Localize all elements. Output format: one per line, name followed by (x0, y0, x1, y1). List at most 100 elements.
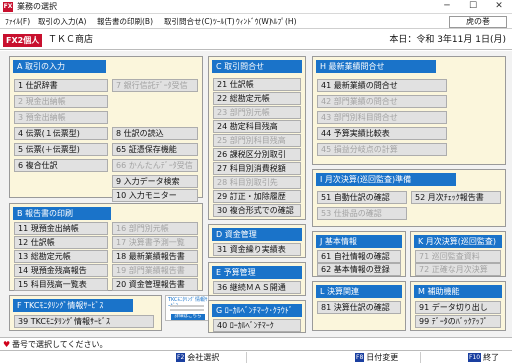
menu-report[interactable]: 報告書の印刷(B) (97, 16, 153, 27)
panel-title: M 補助機能 (414, 285, 502, 298)
menu-item-3[interactable]: 3 預金出納帳 (14, 111, 108, 124)
menu-item-45[interactable]: 45 損益分岐点の計算 (317, 143, 447, 156)
menu-item-5[interactable]: 5 伝票(＋伝票型) (14, 143, 108, 156)
f2-company-select-button[interactable]: F2 会社選択 (176, 352, 219, 363)
panel-title: J 基本情報 (316, 235, 402, 248)
menu-input[interactable]: 取引の入力(A) (38, 16, 86, 27)
menu-item-62[interactable]: 62 基本情報の登録 (317, 263, 401, 276)
menu-item-66[interactable]: 66 かんたんﾃﾞｰﾀ受信 (112, 159, 198, 172)
menu-item-29[interactable]: 29 訂正・加除履歴 (213, 190, 301, 203)
menu-item-22[interactable]: 22 総勘定元帳 (213, 92, 301, 105)
panel-report-print: B 報告書の印刷 11 現預金出納帳 12 仕訳帳 13 総勘定元帳 14 現預… (9, 203, 203, 291)
f8-change-date-button[interactable]: F8 日付変更 (355, 352, 398, 363)
tkc-monitoring-banner[interactable]: TKCﾓﾆﾀﾘﾝｸﾞ情報ｻｰﾋﾞｽ 詳細はこちら (165, 295, 209, 321)
menu-bar: ﾌｧｲﾙ(F) 取引の入力(A) 報告書の印刷(B) 取引問合せ(C) ﾂｰﾙ(… (0, 14, 512, 29)
menu-item-99[interactable]: 99 ﾃﾞｰﾀのﾊﾞｯｸｱｯﾌﾟ (415, 315, 501, 328)
menu-inquiry[interactable]: 取引問合せ(C) (164, 16, 213, 27)
panel-tkc-monitoring: F TKCﾓﾆﾀﾘﾝｸﾞ情報ｻｰﾋﾞｽ 39 TKCﾓﾆﾀﾘﾝｸﾞ情報ｻｰﾋﾞｽ (9, 295, 162, 331)
menu-item-51[interactable]: 51 自動仕訳の確認 (317, 191, 407, 204)
panel-budget-management: E 予算管理 36 継続ＭＡＳ開通 (208, 262, 306, 296)
menu-item-1[interactable]: 1 仕訳辞書 (14, 79, 108, 92)
status-message: 番号で選択してください。 (12, 340, 108, 349)
status-bar: ♥ 番号で選択してください。 (0, 337, 512, 350)
panel-local-benchmark: G ﾛｰｶﾙﾍﾞﾝﾁﾏｰｸ･ｸﾗｳﾄﾞ 40 ﾛｰｶﾙﾍﾞﾝﾁﾏｰｸ (208, 300, 306, 333)
banner-detail-button[interactable]: 詳細はこちら (171, 314, 205, 320)
divider (420, 352, 421, 363)
menu-item-15[interactable]: 15 科目残高一覧表 (14, 278, 108, 291)
panel-title: E 予算管理 (212, 266, 302, 279)
menu-item-25[interactable]: 25 部門別科目残高 (213, 134, 301, 147)
menu-item-11[interactable]: 11 現預金出納帳 (14, 222, 108, 235)
fkey-label: F8 (355, 353, 365, 362)
menu-item-14[interactable]: 14 現預金残高報告 (14, 264, 108, 277)
panel-cash-management: D 資金管理 31 資金繰り実績表 (208, 224, 306, 258)
help-tips-button[interactable]: 虎の巻 (449, 16, 507, 28)
panel-title: D 資金管理 (212, 228, 302, 241)
menu-item-91[interactable]: 91 データ切り出し (415, 301, 501, 314)
panel-title: K 月次決算(巡回監査) (414, 235, 502, 248)
minimize-button[interactable]: ─ (434, 0, 460, 13)
fkey-text: 終了 (483, 353, 500, 362)
menu-item-23[interactable]: 23 部門別元帳 (213, 106, 301, 119)
menu-item-12[interactable]: 12 仕訳帳 (14, 236, 108, 249)
menu-tools[interactable]: ﾂｰﾙ(T) (213, 16, 235, 27)
menu-item-42[interactable]: 42 部門業績の問合せ (317, 95, 447, 108)
panel-title: H 最新業績問合せ (316, 60, 436, 73)
menu-item-17[interactable]: 17 決算書予測一覧 (112, 236, 198, 249)
menu-item-6[interactable]: 6 複合仕訳 (14, 159, 108, 172)
menu-item-7[interactable]: 7 銀行信託ﾃﾞｰﾀ受信 (112, 79, 198, 92)
menu-item-26[interactable]: 26 課税区分別取引 (213, 148, 301, 161)
menu-item-16[interactable]: 16 部門別元帳 (112, 222, 198, 235)
f10-exit-button[interactable]: F10 終了 (468, 352, 499, 363)
menu-item-39[interactable]: 39 TKCﾓﾆﾀﾘﾝｸﾞ情報ｻｰﾋﾞｽ (14, 315, 154, 328)
menu-item-36[interactable]: 36 継続ＭＡＳ開通 (213, 281, 301, 294)
menu-item-9[interactable]: 9 入力データ検索 (112, 175, 198, 188)
menu-window[interactable]: ｳｨﾝﾄﾞｳ(W) (236, 16, 272, 27)
fkey-text: 日付変更 (366, 353, 399, 362)
menu-item-13[interactable]: 13 総勘定元帳 (14, 250, 108, 263)
menu-item-81[interactable]: 81 決算仕訳の確認 (317, 301, 401, 314)
menu-item-24[interactable]: 24 勘定科目残高 (213, 120, 301, 133)
menu-item-71[interactable]: 71 巡回監査資料 (415, 250, 501, 263)
menu-help[interactable]: ﾍﾙﾌﾟ(H) (270, 16, 297, 27)
menu-item-41[interactable]: 41 最新業績の問合せ (317, 79, 447, 92)
panel-title: B 報告書の印刷 (13, 207, 111, 220)
menu-item-28[interactable]: 28 科目別取引先 (213, 176, 301, 189)
panel-latest-performance: H 最新業績問合せ 41 最新業績の問合せ 42 部門業績の問合せ 43 部門別… (312, 56, 506, 165)
info-bar: FX2個人 ＴＫＣ商店 本日：令和 3年11月 1日(月) (0, 30, 512, 50)
panel-utilities: M 補助機能 91 データ切り出し 99 ﾃﾞｰﾀのﾊﾞｯｸｱｯﾌﾟ (410, 281, 506, 331)
menu-item-21[interactable]: 21 仕訳帳 (213, 78, 301, 91)
menu-item-31[interactable]: 31 資金繰り実績表 (213, 243, 301, 256)
app-icon: FX (3, 2, 13, 12)
product-badge: FX2個人 (3, 34, 43, 47)
panel-transaction-inquiry: C 取引問合せ 21 仕訳帳 22 総勘定元帳 23 部門別元帳 24 勘定科目… (208, 56, 306, 220)
menu-item-52[interactable]: 52 月次ﾁｪｯｸ報告書 (411, 191, 501, 204)
menu-item-65[interactable]: 65 証憑保存機能 (112, 143, 198, 156)
menu-item-40[interactable]: 40 ﾛｰｶﾙﾍﾞﾝﾁﾏｰｸ (213, 319, 301, 332)
fkey-text: 会社選択 (187, 353, 220, 362)
panel-title: I 月次決算(巡回監査)準備 (316, 173, 456, 186)
panel-title: L 決算関連 (316, 285, 402, 298)
maximize-button[interactable]: ☐ (460, 0, 486, 13)
close-button[interactable]: ✕ (486, 0, 512, 13)
menu-item-4[interactable]: 4 伝票(１伝票型) (14, 127, 108, 140)
menu-item-44[interactable]: 44 予算実績比較表 (317, 127, 447, 140)
menu-item-53[interactable]: 53 仕掛品の確認 (317, 207, 407, 220)
panel-monthly-close-prep: I 月次決算(巡回監査)準備 51 自動仕訳の確認 52 月次ﾁｪｯｸ報告書 5… (312, 169, 506, 227)
menu-item-72[interactable]: 72 正確な月次決算 (415, 263, 501, 276)
menu-item-30[interactable]: 30 複合形式での確認 (213, 204, 301, 217)
banner-line (170, 305, 204, 307)
menu-item-43[interactable]: 43 部門別科目問合せ (317, 111, 447, 124)
panel-title: C 取引問合せ (212, 60, 302, 73)
menu-item-18[interactable]: 18 最新業績報告書 (112, 250, 198, 263)
fkey-label: F2 (176, 353, 186, 362)
menu-item-8[interactable]: 8 仕訳の読込 (112, 127, 198, 140)
panel-title: A 取引の入力 (13, 60, 106, 73)
menu-item-19[interactable]: 19 部門業績報告書 (112, 264, 198, 277)
menu-item-2[interactable]: 2 現金出納帳 (14, 95, 108, 108)
menu-item-61[interactable]: 61 自社情報の確認 (317, 250, 401, 263)
menu-item-10[interactable]: 10 入力モニター (112, 189, 198, 202)
menu-item-20[interactable]: 20 資金管理報告書 (112, 278, 198, 291)
menu-item-27[interactable]: 27 科目別消費税額 (213, 162, 301, 175)
menu-file[interactable]: ﾌｧｲﾙ(F) (5, 16, 30, 27)
